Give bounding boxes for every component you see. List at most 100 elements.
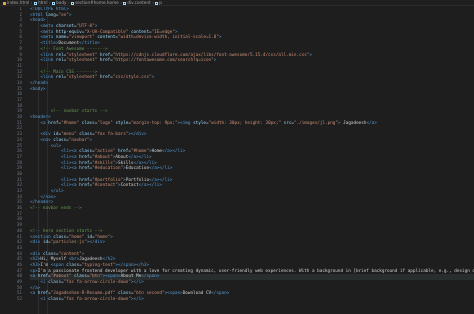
code-token: "fas fa-arrow-circle-down": [63, 297, 131, 303]
code-token: "fas fa-arrow-circle-down": [63, 280, 131, 285]
code-token: "#about": [50, 274, 72, 280]
code-token: <div: [30, 251, 43, 257]
code-token: <span: [50, 262, 67, 268]
code-token: <a: [30, 274, 38, 280]
code-token: <meta: [40, 35, 56, 41]
breadcrumb-item[interactable]: body: [56, 0, 66, 5]
code-token: class: [48, 280, 62, 285]
code-token: About: [115, 154, 129, 160]
code-token: class: [81, 120, 95, 126]
code-token: content: [130, 29, 150, 35]
code-token: Skills: [118, 160, 134, 166]
code-token: </a>: [366, 120, 377, 126]
code-line[interactable]: <i class="fas fa-arrow-circle-down"></i>: [30, 297, 474, 303]
code-token: >: [174, 29, 178, 35]
code-token: </a></li>: [128, 154, 152, 160]
code-token: <li><a: [61, 177, 80, 183]
code-token: href: [79, 183, 90, 189]
code-editor[interactable]: 1 2 3 4 5 6 7 8 9 10 11 12 13 14 15 16 17 18 19 20 21 22 23 24 2…: [0, 7, 474, 314]
code-token: "width=device-width, initial-scale=1.0": [118, 35, 219, 41]
code-token: "#home": [130, 149, 150, 155]
code-token: <li><a: [61, 166, 80, 172]
code-token: "Jagadeshan-R-Resume.pdf": [50, 291, 116, 297]
code-token: <i: [40, 280, 49, 285]
code-token: >: [94, 24, 98, 30]
code-token: content: [97, 35, 116, 41]
breadcrumb-item[interactable]: html: [38, 0, 48, 5]
code-token: <h3>: [30, 262, 41, 268]
code-token: >: [151, 75, 155, 81]
code-token: </header>: [30, 200, 54, 206]
code-token: "fas fa-bars": [94, 132, 129, 138]
code-token: </head>: [30, 80, 49, 86]
code-token: "#about": [92, 154, 113, 160]
code-token: <li><a: [61, 149, 80, 155]
breadcrumb-item[interactable]: p: [159, 0, 162, 5]
element-icon: [123, 1, 127, 5]
code-token: About Me: [120, 274, 142, 280]
code-token: lang: [45, 12, 56, 18]
code-token: </a></li>: [138, 183, 162, 189]
code-token: <a: [30, 291, 38, 297]
breadcrumb-item[interactable]: section#home.home: [75, 0, 119, 5]
code-token: class: [48, 297, 62, 303]
code-token: "home": [94, 234, 111, 240]
code-token: "stylesheet": [66, 58, 98, 64]
code-token: >: [110, 234, 113, 240]
code-token: href: [79, 177, 90, 183]
code-token: charset: [55, 24, 74, 30]
code-token: <header>: [30, 115, 51, 121]
code-token: </nav>: [40, 194, 56, 200]
chevron-right-icon: ›: [67, 0, 70, 5]
code-token: <ul>: [50, 143, 62, 149]
code-token: "#portfolio": [92, 177, 124, 183]
breadcrumb-item[interactable]: div.content: [127, 0, 150, 5]
code-token: <!-- hero section starts -->: [30, 228, 103, 234]
code-token: <li><a: [61, 154, 80, 160]
code-token: "https://cdnjs.cloudflare.com/ajax/libs/…: [112, 52, 310, 58]
code-token: <html: [30, 12, 46, 18]
code-token: <!-- Main CSS ------->: [40, 69, 98, 75]
code-token: class: [53, 234, 67, 240]
code-token: ><img: [177, 120, 194, 126]
code-token: "btn": [89, 274, 103, 280]
code-token: href: [79, 166, 90, 172]
element-icon: [52, 1, 56, 5]
code-token: href: [79, 154, 90, 160]
code-token: "IE=edge": [151, 29, 175, 35]
chevron-right-icon: ›: [120, 0, 122, 5]
code-token: </a></li>: [162, 149, 186, 155]
code-token: name: [55, 35, 67, 41]
code-token: Education: [125, 166, 150, 172]
code-token: >: [213, 58, 217, 64]
code-token: <link: [40, 52, 56, 58]
code-token: <div: [30, 240, 43, 246]
code-token: I'm: [40, 262, 51, 268]
code-token: "btn second": [133, 291, 165, 297]
code-token: >: [309, 52, 313, 58]
code-token: Portfolio: [125, 177, 150, 183]
code-token: </a>: [30, 285, 41, 291]
code-token: <h2>: [30, 257, 41, 263]
code-token: </ul>: [50, 189, 64, 194]
code-token: href: [48, 120, 59, 126]
code-token: rel: [55, 75, 64, 81]
code-token: <body>: [30, 86, 46, 92]
code-token: "#home": [61, 120, 80, 126]
code-token: </span>: [141, 274, 160, 280]
code-area[interactable]: <!DOCTYPE html> <html lang="en"> <head> <m…: [30, 7, 474, 314]
code-token: Hi, Myself: [40, 257, 69, 263]
line-number: 52: [16, 297, 22, 303]
breadcrumb-item[interactable]: index.html: [7, 0, 29, 5]
